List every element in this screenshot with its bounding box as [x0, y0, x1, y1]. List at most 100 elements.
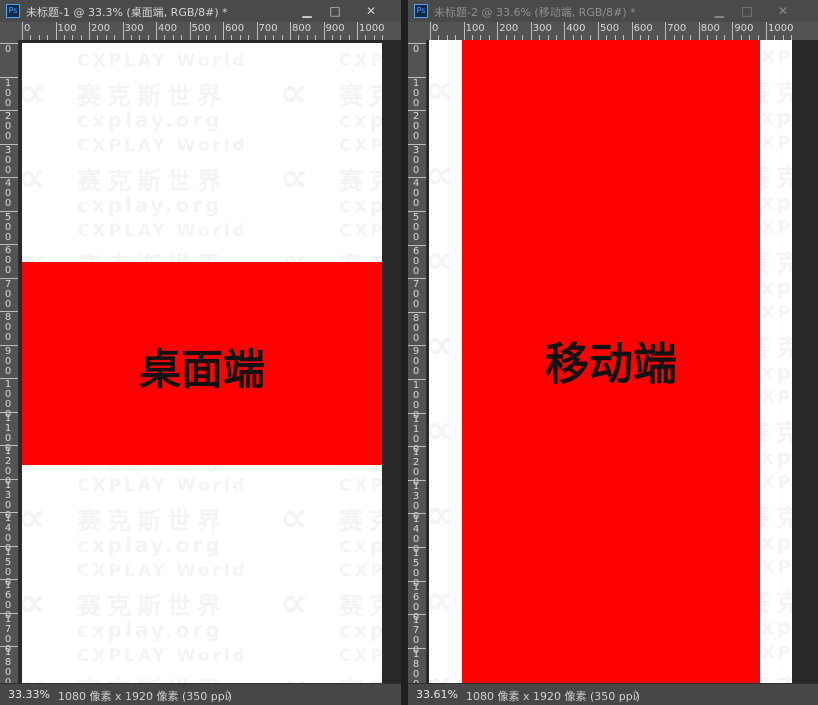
red-banner[interactable]: 桌面端	[22, 262, 382, 465]
ruler-tick	[530, 22, 532, 40]
ruler-digit: 7	[4, 278, 12, 290]
ruler-digit: 1	[4, 479, 12, 491]
ruler-digit: 0	[412, 198, 420, 210]
ruler-label: 900	[411, 347, 421, 377]
close-button[interactable]: ✕	[768, 0, 798, 22]
zoom-level[interactable]: 33.61%	[416, 688, 458, 701]
ruler-digit: 0	[4, 499, 12, 511]
chevron-right-icon[interactable]: 〉	[634, 687, 645, 703]
ruler-origin[interactable]	[0, 22, 18, 40]
banner-label: 桌面端	[138, 345, 265, 394]
watermark-text: cxplay.org	[339, 618, 382, 642]
ruler-label: 100	[465, 23, 485, 34]
watermark-logo-icon: ∝	[280, 70, 308, 116]
watermark-text: CXPLAY World	[77, 476, 248, 496]
ruler-tick	[156, 22, 157, 40]
watermark-text: 赛克斯世界	[77, 76, 227, 111]
zoom-level[interactable]: 33.33%	[8, 688, 50, 701]
ruler-label: 1800	[411, 649, 421, 683]
ruler-label: 200	[3, 112, 13, 142]
watermark-logo-icon: ∝	[280, 665, 308, 683]
watermark-text: 赛克斯世界	[339, 501, 382, 536]
ruler-digit: 0	[4, 198, 12, 209]
watermark-text: 赛克斯世界	[77, 161, 227, 196]
ruler-label: 500	[600, 23, 620, 34]
ruler-digit: 0	[4, 44, 12, 55]
ruler-label: 1000	[359, 23, 385, 34]
watermark-logo-icon: ∝	[429, 237, 453, 283]
ruler-digit: 0	[4, 432, 12, 444]
ruler-label: 800	[411, 313, 421, 344]
close-button[interactable]: ✕	[356, 0, 386, 22]
ruler-tick	[55, 22, 57, 40]
watermark-logo-icon: ∝	[22, 70, 46, 116]
ruler-digit: 0	[4, 332, 12, 343]
ruler-origin[interactable]	[408, 22, 426, 40]
ruler-label: 1800	[3, 648, 13, 684]
watermark-text: CXPLAY World	[77, 646, 248, 666]
ruler-tick	[631, 22, 633, 40]
watermark-text: CXPLAY World	[339, 221, 382, 241]
document-info: 1080 像素 x 1920 像素 (350 ppi)	[466, 690, 641, 703]
maximize-button[interactable]: □	[732, 0, 762, 22]
ruler-tick	[698, 22, 700, 40]
watermark-logo-icon: ∝	[22, 495, 46, 541]
watermark-logo-icon: ∝	[429, 67, 453, 113]
vertical-ruler[interactable]: 0100200300400500600700800900100011001200…	[408, 40, 427, 683]
ruler-digit: 0	[4, 265, 12, 276]
ruler-label: 800	[292, 23, 312, 34]
artboard[interactable]: CXPLAY WorldCXPLAY World赛克斯世界赛克斯世界∝∝cxpl…	[22, 43, 382, 683]
ruler-digit: 5	[4, 211, 12, 223]
window-divider[interactable]	[401, 0, 408, 705]
window-title: 未标题-1 @ 33.3% (桌面端, RGB/8#) *	[26, 6, 228, 19]
horizontal-ruler[interactable]: 0 100 200 300 400 500 600 700 800 900 1000	[426, 22, 818, 41]
window-title: 未标题-2 @ 33.6% (移动端, RGB/8#) *	[434, 6, 636, 19]
minimize-button[interactable]: ▁	[704, 0, 734, 22]
ruler-digit: 0	[4, 131, 12, 142]
red-banner[interactable]: 移动端	[462, 40, 760, 685]
artboard[interactable]: CXPLAY WorldCXPLAY World赛克斯世界赛克斯世界∝∝cxpl…	[429, 40, 792, 685]
ruler-digit: 7	[4, 623, 12, 635]
ruler-label: 600	[3, 246, 13, 276]
ruler-digit: 9	[4, 345, 12, 357]
ruler-label: 500	[411, 213, 421, 243]
ruler-digit: 0	[4, 633, 12, 645]
ruler-label: 0	[411, 45, 421, 55]
ruler-label: 900	[325, 23, 345, 34]
ruler-digit: 3	[4, 144, 12, 156]
minimize-button[interactable]: ▁	[292, 0, 322, 22]
ruler-digit: 1	[4, 77, 12, 89]
watermark-text: cxplay.org	[77, 193, 223, 217]
ruler-tick	[732, 22, 734, 40]
ruler-tick	[89, 22, 90, 40]
window-titlebar[interactable]: Ps 未标题-1 @ 33.3% (桌面端, RGB/8#) * ▁ □ ✕	[0, 0, 401, 22]
canvas-area[interactable]: CXPLAY WorldCXPLAY World赛克斯世界赛克斯世界∝∝cxpl…	[19, 40, 401, 683]
ruler-digit: 1	[4, 412, 12, 424]
ruler-label: 800	[700, 23, 720, 34]
ruler-digit: 0	[4, 231, 12, 243]
ruler-label: 600	[411, 246, 421, 277]
watermark-logo-icon: ∝	[280, 580, 308, 626]
watermark-text: CXPLAY World	[77, 51, 248, 71]
watermark-logo-icon: ∝	[22, 155, 46, 201]
ruler-tick	[22, 22, 23, 40]
ruler-digit: 0	[412, 366, 420, 378]
ruler-digit: 0	[412, 232, 420, 243]
ruler-label: 100	[411, 78, 421, 109]
ruler-tick	[497, 22, 499, 40]
canvas-area[interactable]: CXPLAY WorldCXPLAY World赛克斯世界赛克斯世界∝∝cxpl…	[427, 40, 818, 685]
photoshop-icon: Ps	[6, 4, 20, 18]
ruler-label: 600	[633, 23, 653, 34]
vertical-ruler[interactable]: 0100200300400500600700800900100011001200…	[0, 40, 19, 683]
ruler-label: 400	[411, 179, 421, 209]
chevron-right-icon[interactable]: 〉	[226, 687, 237, 703]
maximize-button[interactable]: □	[320, 0, 350, 22]
ruler-digit: 0	[4, 298, 12, 310]
window-titlebar[interactable]: Ps 未标题-2 @ 33.6% (移动端, RGB/8#) * ▁ □ ✕	[408, 0, 818, 22]
horizontal-ruler[interactable]: 0 100 200 300 400 500 600 700 800 900 1000	[18, 22, 401, 41]
ruler-label: 300	[411, 145, 421, 176]
watermark-text: cxplay.org	[77, 108, 223, 132]
watermark-logo-icon: ∝	[22, 580, 46, 626]
ruler-label: 700	[3, 278, 13, 310]
ruler-tick	[564, 22, 566, 40]
